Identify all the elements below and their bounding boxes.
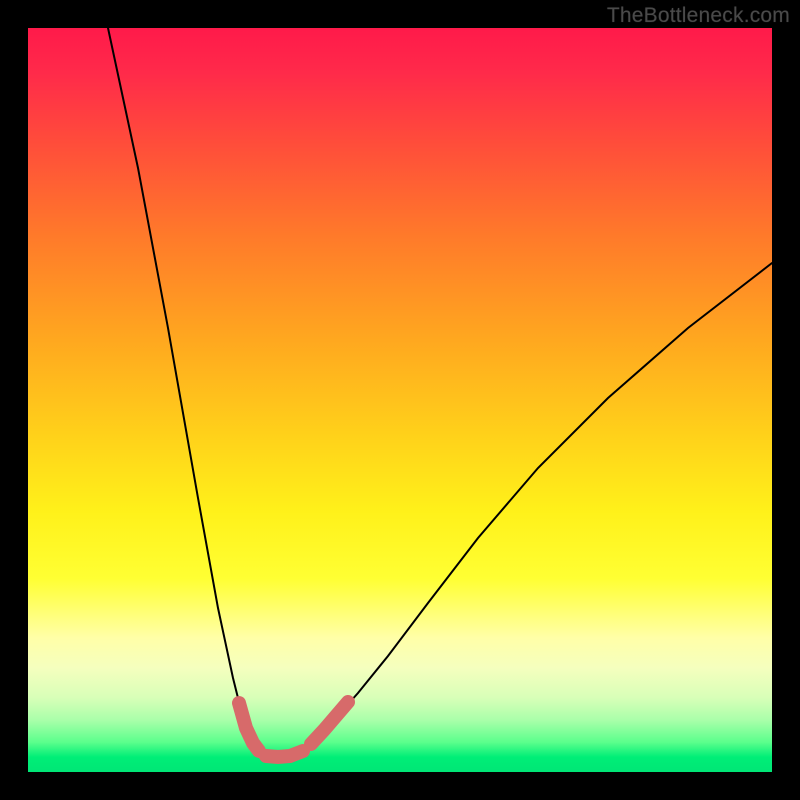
highlight-bottom <box>266 751 303 757</box>
highlight-right <box>311 702 348 744</box>
bottleneck-curve <box>108 28 772 758</box>
highlight-left <box>239 703 259 751</box>
plot-area <box>28 28 772 772</box>
watermark-text: TheBottleneck.com <box>607 4 790 28</box>
chart-frame: TheBottleneck.com <box>0 0 800 800</box>
curve-layer <box>28 28 772 772</box>
